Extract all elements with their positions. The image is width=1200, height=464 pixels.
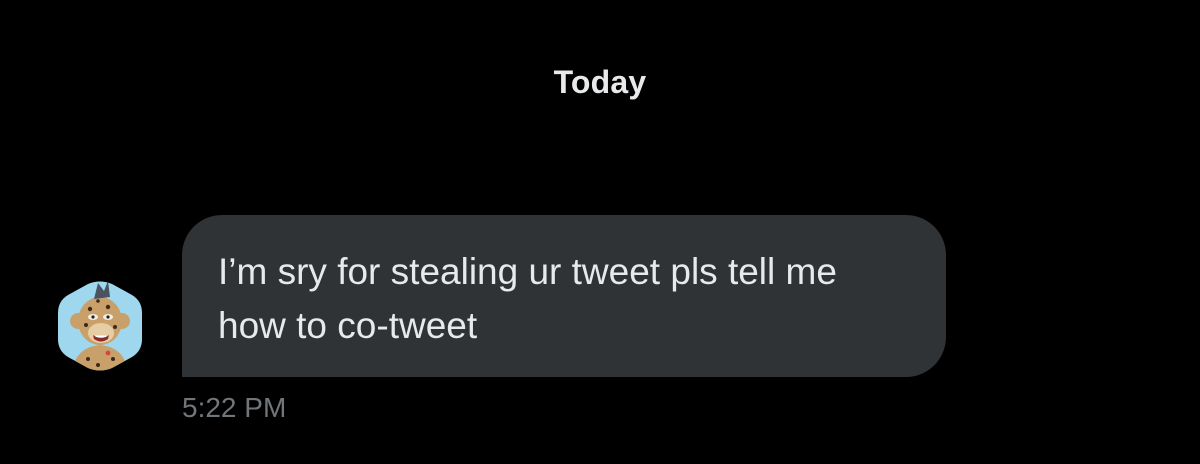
message-bubble[interactable]: I’m sry for stealing ur tweet pls tell m… xyxy=(182,215,946,377)
ape-nft-avatar-icon[interactable] xyxy=(58,281,142,371)
message-timestamp: 5:22 PM xyxy=(182,392,287,423)
date-divider: Today xyxy=(553,64,647,100)
message-text: I’m sry for stealing ur tweet pls tell m… xyxy=(218,251,837,346)
message-row: I’m sry for stealing ur tweet pls tell m… xyxy=(58,215,958,385)
